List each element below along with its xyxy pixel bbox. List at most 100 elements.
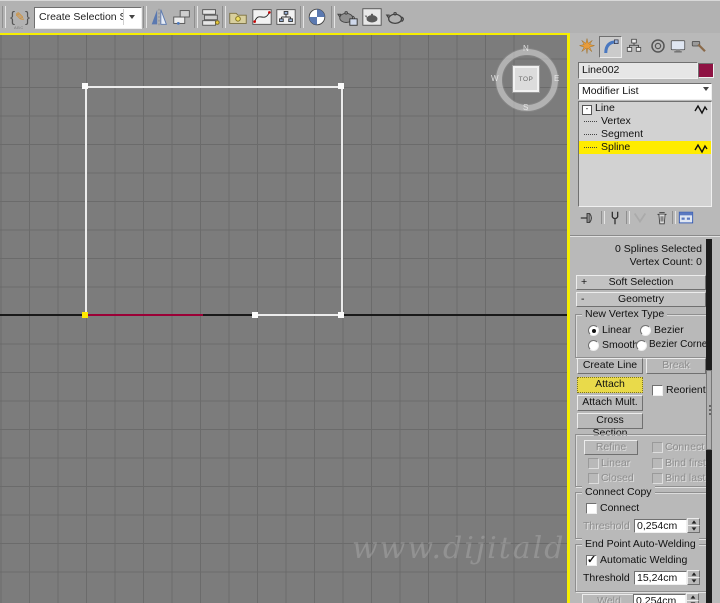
weld-threshold-field[interactable]: 0,254cm — [633, 594, 686, 603]
viewcube-east-label[interactable]: E — [554, 74, 559, 83]
object-color-swatch[interactable] — [698, 63, 714, 78]
radio-bezier-corner-label[interactable]: Bezier Corner — [649, 339, 711, 350]
bind-first-checkbox[interactable] — [652, 458, 663, 469]
threshold-label: Threshold — [583, 572, 630, 584]
stack-item-segment[interactable]: Segment — [579, 128, 711, 141]
tab-create[interactable] — [576, 36, 597, 56]
radio-bezier[interactable] — [640, 325, 651, 336]
bind-last-label[interactable]: Bind last — [665, 472, 705, 484]
remove-modifier-icon[interactable] — [653, 210, 671, 226]
auto-weld-threshold-field[interactable]: 15,24cm — [634, 571, 687, 585]
pin-stack-icon[interactable] — [578, 210, 596, 226]
spline-first-segment[interactable] — [86, 314, 203, 316]
chevron-down-icon[interactable] — [123, 9, 140, 25]
automatic-welding-checkbox[interactable]: ✓ — [586, 554, 597, 566]
connect-copy-threshold-spinner[interactable] — [687, 518, 700, 533]
rendered-frame-window-icon[interactable] — [360, 5, 384, 29]
toolbar-separator — [601, 211, 605, 224]
spline-edge-right[interactable] — [341, 86, 343, 316]
refine-button[interactable]: Refine — [584, 440, 638, 455]
collapse-icon[interactable]: - — [582, 104, 592, 115]
spline-edge-left[interactable] — [85, 86, 87, 316]
linear-label[interactable]: Linear — [601, 457, 630, 469]
material-editor-icon[interactable] — [305, 5, 329, 29]
attach-mult-button[interactable]: Attach Mult. — [577, 395, 643, 411]
auto-weld-threshold-spinner[interactable] — [687, 570, 700, 585]
schematic-view-icon[interactable] — [274, 5, 298, 29]
align-icon[interactable] — [170, 5, 194, 29]
stack-item-line[interactable]: - Line — [579, 102, 711, 115]
connect-refine-checkbox[interactable] — [652, 442, 663, 453]
spin-down-icon[interactable] — [687, 577, 700, 585]
tab-utilities[interactable] — [688, 36, 709, 56]
connect-refine-label[interactable]: Connect — [665, 441, 704, 453]
rollout-geometry[interactable]: - Geometry — [576, 292, 706, 307]
radio-smooth[interactable] — [588, 340, 599, 351]
rollout-soft-selection[interactable]: + Soft Selection — [576, 275, 706, 290]
viewcube[interactable]: N S W E TOP — [491, 44, 560, 113]
layer-manager-icon[interactable] — [198, 5, 222, 29]
viewcube-south-label[interactable]: S — [523, 103, 528, 112]
spin-down-icon[interactable] — [687, 525, 700, 533]
expand-icon[interactable]: + — [581, 276, 587, 288]
spline-vertex[interactable] — [252, 312, 258, 318]
viewcube-west-label[interactable]: W — [491, 74, 499, 83]
reorient-checkbox[interactable] — [652, 385, 663, 396]
modifier-stack[interactable]: - Line Vertex Segment Spline — [578, 101, 712, 207]
bind-last-checkbox[interactable] — [652, 473, 663, 484]
wave-icon[interactable] — [694, 142, 708, 158]
spline-edge-bottom[interactable] — [255, 314, 343, 316]
reorient-label[interactable]: Reorient — [666, 384, 706, 396]
tab-motion[interactable] — [647, 36, 668, 56]
configure-modifier-sets-icon[interactable] — [677, 210, 695, 226]
connect-copy-threshold-field[interactable]: 0,254cm — [634, 519, 687, 533]
tab-hierarchy[interactable] — [623, 36, 644, 56]
viewport-top[interactable]: N S W E TOP www.dijitalde — [0, 33, 570, 603]
render-setup-icon[interactable] — [336, 5, 360, 29]
panel-scrollbar[interactable] — [706, 239, 712, 603]
connect-copy-checkbox[interactable] — [586, 503, 597, 514]
named-selection-sets-icon[interactable]: {✎} ABC — [8, 5, 32, 31]
spline-edge-top[interactable] — [85, 86, 343, 88]
show-end-result-icon[interactable] — [606, 210, 624, 226]
scrollbar-thumb[interactable] — [706, 370, 712, 450]
connect-copy-label[interactable]: Connect — [600, 502, 639, 514]
chevron-down-icon[interactable] — [703, 87, 709, 91]
viewcube-top-face[interactable]: TOP — [512, 65, 540, 93]
radio-linear[interactable] — [588, 325, 599, 336]
tab-display[interactable] — [667, 36, 688, 56]
curve-editor-icon[interactable] — [250, 5, 274, 29]
collapse-icon[interactable]: - — [581, 293, 585, 305]
cross-section-button[interactable]: Cross Section — [577, 413, 643, 439]
radio-bezier-label[interactable]: Bezier — [654, 324, 684, 336]
create-line-button[interactable]: Create Line — [577, 358, 643, 374]
stack-item-spline[interactable]: Spline — [579, 141, 711, 154]
tab-modify[interactable] — [599, 36, 622, 58]
radio-linear-label[interactable]: Linear — [602, 324, 631, 336]
command-panel: Line002 Modifier List - Line Vertex Segm… — [570, 33, 720, 603]
automatic-welding-label[interactable]: Automatic Welding — [600, 554, 687, 566]
linear-checkbox[interactable] — [588, 458, 599, 469]
stack-item-vertex[interactable]: Vertex — [579, 115, 711, 128]
spline-vertex[interactable] — [338, 312, 344, 318]
render-production-icon[interactable] — [384, 5, 408, 29]
spline-vertex[interactable] — [82, 83, 88, 89]
weld-button[interactable]: Weld — [582, 594, 636, 603]
make-unique-icon[interactable] — [631, 210, 649, 226]
radio-smooth-label[interactable]: Smooth — [602, 339, 638, 351]
radio-bezier-corner[interactable] — [636, 340, 647, 351]
object-name-field[interactable]: Line002 — [578, 62, 698, 79]
viewcube-north-label[interactable]: N — [523, 44, 529, 53]
bind-first-label[interactable]: Bind first — [665, 457, 706, 469]
selection-set-dropdown[interactable]: Create Selection Se — [34, 7, 142, 29]
spline-vertex[interactable] — [338, 83, 344, 89]
spline-first-vertex[interactable] — [82, 312, 88, 318]
modifier-list-dropdown[interactable]: Modifier List — [578, 83, 712, 100]
closed-checkbox[interactable] — [588, 473, 599, 484]
attach-button[interactable]: Attach — [577, 377, 643, 393]
mirror-icon[interactable] — [147, 5, 171, 29]
graphite-tools-icon[interactable] — [226, 5, 250, 29]
closed-label[interactable]: Closed — [601, 472, 634, 484]
weld-threshold-spinner[interactable] — [686, 593, 699, 603]
break-button[interactable]: Break — [646, 358, 706, 374]
